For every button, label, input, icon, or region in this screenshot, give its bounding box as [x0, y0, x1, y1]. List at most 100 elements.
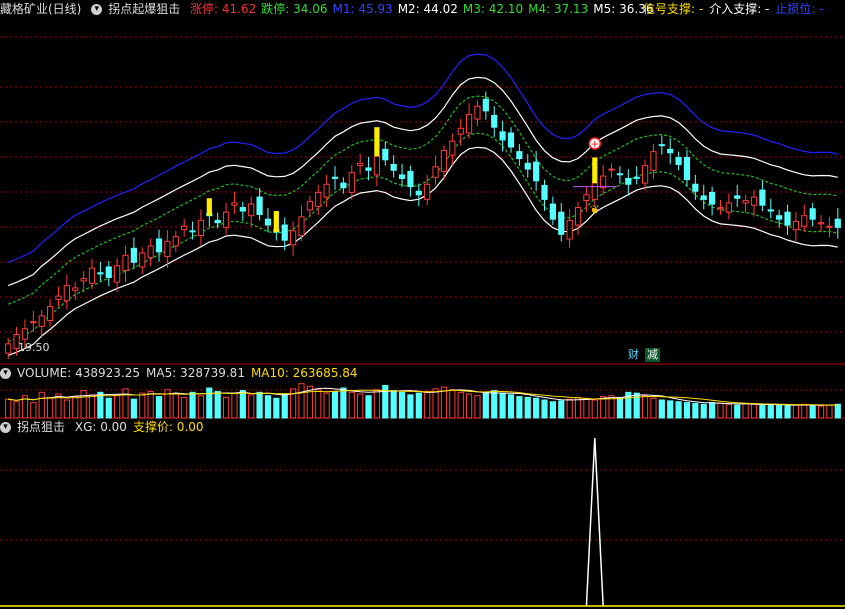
- volume-bar: [72, 396, 79, 419]
- candle-body: [650, 151, 657, 171]
- volume-bar: [147, 390, 154, 419]
- volume-bar: [499, 392, 506, 419]
- candle-body: [390, 163, 397, 171]
- support-item-2: 止损位: -: [775, 2, 824, 16]
- volume-bar: [114, 395, 121, 419]
- volume-bar: [407, 394, 414, 419]
- candle-body: [600, 175, 607, 189]
- volume-bar: [742, 402, 749, 419]
- volume-bar: [700, 403, 707, 419]
- header-item-3: M2: 44.02: [397, 2, 458, 16]
- candle-body: [616, 173, 624, 176]
- indicator2-toggle-icon[interactable]: ▾: [0, 422, 11, 433]
- band-lines: [7, 53, 838, 357]
- cai-badge[interactable]: 财: [626, 348, 641, 362]
- candle-body: [558, 211, 565, 235]
- candle-body: [407, 170, 414, 188]
- volume-bar: [88, 394, 96, 419]
- volume-bar: [38, 391, 45, 419]
- candle-body: [222, 211, 230, 228]
- candlesticks[interactable]: [5, 91, 841, 359]
- volume-bar: [533, 397, 540, 419]
- support-item-0: 信号支撑: -: [643, 2, 704, 16]
- volume-item-2: MA10: 263685.84: [250, 366, 358, 380]
- candle-body: [524, 162, 531, 170]
- indicator2-item-0: XG: 0.00: [74, 420, 127, 434]
- volume-bar: [826, 404, 833, 419]
- volume-values: VOLUME: 438923.25 MA5: 328739.81 MA10: 263…: [17, 366, 364, 380]
- volume-bar: [231, 392, 238, 419]
- volume-bar: [776, 404, 783, 419]
- volume-bar: [30, 402, 37, 419]
- candle-body: [809, 208, 816, 220]
- candle-body: [507, 132, 515, 148]
- volume-bar: [281, 393, 288, 419]
- candle-body: [591, 182, 598, 200]
- candle-body: [97, 272, 104, 275]
- stock-name[interactable]: 藏格矿业(日线): [0, 2, 81, 16]
- candle-body: [63, 285, 70, 302]
- candle-body: [767, 209, 774, 212]
- volume-bar: [398, 391, 406, 419]
- candle-body: [114, 265, 121, 283]
- candle-body: [130, 247, 137, 263]
- indicator2-name[interactable]: 拐点狙击: [17, 420, 65, 434]
- candle-body: [30, 321, 37, 324]
- indicator-name[interactable]: 拐点起爆狙击: [108, 2, 180, 16]
- indicator2-values: XG: 0.00 支撑价: 0.00: [75, 420, 210, 434]
- indicator-toggle-icon[interactable]: ▾: [91, 4, 103, 15]
- header-item-2: M1: 45.93: [332, 2, 393, 16]
- volume-bar: [566, 398, 573, 419]
- candle-body: [784, 211, 791, 226]
- candle-body: [315, 191, 322, 207]
- volume-bar: [365, 395, 372, 419]
- volume-bar: [315, 389, 322, 419]
- volume-bar: [675, 401, 682, 419]
- candle-body: [38, 315, 45, 327]
- volume-bar: [709, 402, 716, 419]
- candle-body: [533, 161, 540, 182]
- indicator-values: 涨停: 41.62 跌停: 34.06 M1: 45.93 M2: 44.02 M3: …: [190, 2, 658, 16]
- grid-lines: [0, 36, 845, 541]
- volume-bar: [792, 404, 800, 419]
- volume-bar: [558, 400, 565, 419]
- volume-bar: [491, 390, 498, 419]
- volume-bar: [424, 390, 431, 419]
- signal-bar: [206, 198, 212, 216]
- volume-toggle-icon[interactable]: ▾: [0, 368, 11, 379]
- candle-body: [122, 254, 129, 271]
- candle-body: [834, 218, 841, 228]
- volume-bar: [650, 397, 657, 419]
- volume-bar: [323, 392, 330, 419]
- candle-body: [105, 266, 112, 278]
- candle-body: [290, 230, 297, 246]
- volume-bar: [759, 404, 766, 419]
- candle-body: [424, 183, 431, 200]
- candle-body: [641, 165, 649, 184]
- candle-body: [667, 148, 674, 154]
- candle-body: [248, 203, 255, 217]
- candle-body: [239, 207, 246, 212]
- candle-body: [46, 306, 54, 322]
- volume-bar: [667, 400, 674, 419]
- candle-body: [440, 149, 448, 172]
- candle-body: [155, 238, 163, 253]
- volume-bar: [155, 396, 163, 419]
- chart-canvas[interactable]: +❦: [0, 0, 845, 609]
- volume-bar: [5, 398, 12, 419]
- candle-body: [331, 176, 339, 179]
- candle-body: [373, 155, 381, 176]
- header-bar: 藏格矿业(日线) ▾ 拐点起爆狙击 涨停: 41.62 跌停: 34.06 M1: 4…: [0, 0, 824, 18]
- header-item-0: 涨停: 41.62: [190, 2, 257, 16]
- volume-bar: [248, 394, 255, 419]
- candle-body: [139, 252, 146, 268]
- volume-bar: [340, 387, 347, 419]
- volume-bar: [767, 403, 774, 419]
- candle-body: [541, 184, 548, 200]
- volume-bars[interactable]: [5, 383, 841, 419]
- signal-bar: [592, 157, 598, 184]
- volume-bar: [616, 396, 624, 419]
- volume-bar: [214, 390, 221, 419]
- jian-badge[interactable]: 减: [645, 348, 660, 362]
- candle-body: [491, 115, 498, 128]
